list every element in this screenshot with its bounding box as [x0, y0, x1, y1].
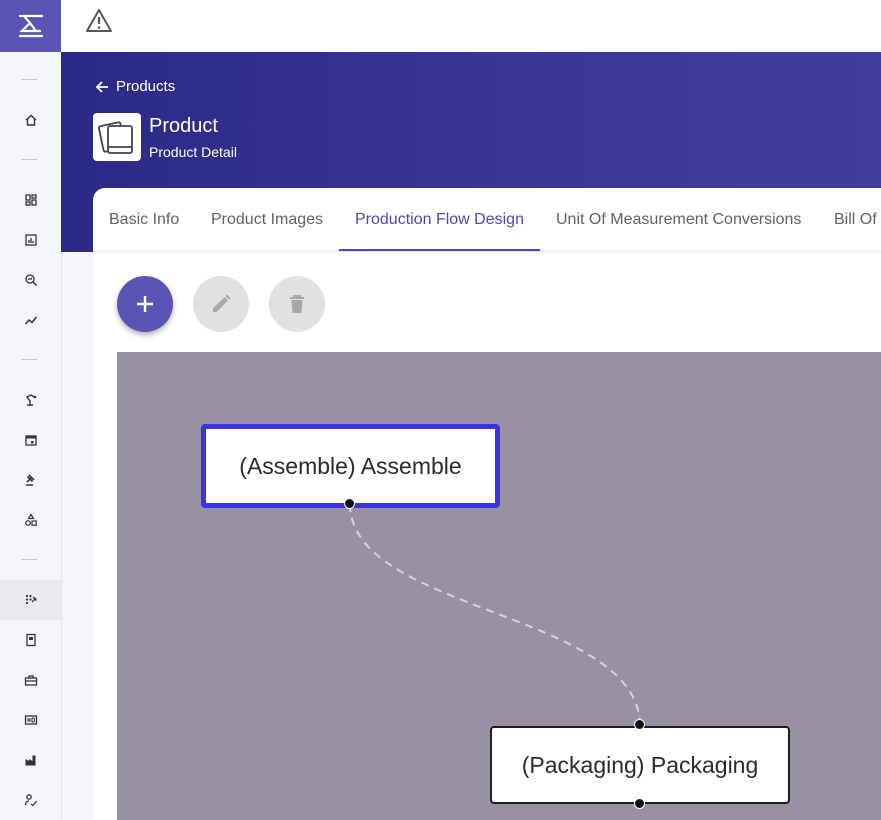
plus-icon	[137, 296, 153, 312]
output-handle[interactable]	[634, 798, 645, 809]
pencil-icon	[213, 294, 231, 312]
toolbox-icon	[24, 675, 37, 686]
sidebar-item-auction[interactable]	[0, 460, 61, 500]
tab-production-flow-design[interactable]: Production Flow Design	[339, 188, 540, 251]
signature-icon	[24, 794, 37, 807]
product-avatar	[93, 113, 141, 161]
sidebar-divider	[21, 359, 37, 360]
logo-icon	[18, 14, 43, 38]
analytics-icon	[24, 274, 37, 287]
flow-canvas[interactable]: (Assemble) Assemble (Packaging) Packagin…	[117, 352, 881, 820]
tab-product-images[interactable]: Product Images	[211, 188, 323, 251]
page-title: Product	[149, 115, 218, 137]
content-card: Basic Info Product Images Production Flo…	[93, 188, 881, 820]
page-subtitle: Product Detail	[149, 144, 237, 160]
arrow-left-icon	[95, 80, 108, 93]
flow-edge	[349, 503, 641, 727]
top-bar	[61, 0, 881, 52]
back-link[interactable]: Products	[94, 78, 175, 95]
grid-check-icon	[25, 594, 37, 605]
trash-icon	[290, 295, 304, 313]
robot-arm-icon	[25, 394, 36, 406]
dashboard-icon	[24, 194, 37, 206]
sidebar	[0, 0, 62, 820]
sidebar-divider	[21, 159, 37, 160]
sidebar-item-signature[interactable]	[0, 780, 61, 820]
trend-icon	[24, 316, 37, 325]
tab-bill-of[interactable]: Bill Of	[834, 188, 877, 251]
sidebar-item-documents[interactable]	[0, 620, 61, 660]
chart-icon	[24, 234, 37, 246]
sidebar-item-shapes[interactable]	[0, 500, 61, 540]
warning-icon[interactable]	[85, 8, 113, 34]
gavel-icon	[25, 474, 35, 486]
sidebar-divider	[21, 559, 37, 560]
product-images-icon	[98, 121, 133, 154]
document-icon	[25, 633, 36, 647]
tab-uom-conversions[interactable]: Unit Of Measurement Conversions	[556, 188, 801, 251]
back-link-label: Products	[116, 78, 176, 95]
shapes-icon	[24, 513, 37, 526]
delete-node-button[interactable]	[269, 276, 325, 332]
flow-node-label: (Assemble) Assemble	[239, 452, 462, 479]
edit-node-button[interactable]	[193, 276, 249, 332]
flow-node-packaging[interactable]: (Packaging) Packaging	[490, 726, 790, 804]
input-handle[interactable]	[634, 719, 645, 730]
sidebar-item-home[interactable]	[0, 100, 61, 140]
sidebar-item-dashboard[interactable]	[0, 180, 61, 220]
sidebar-item-trends[interactable]	[0, 300, 61, 340]
app-logo[interactable]	[0, 0, 61, 52]
sidebar-item-toolbox[interactable]	[0, 660, 61, 700]
add-node-button[interactable]	[117, 276, 173, 332]
sidebar-item-robotics[interactable]	[0, 380, 61, 420]
sidebar-item-analytics[interactable]	[0, 260, 61, 300]
sidebar-item-calendar[interactable]	[0, 420, 61, 460]
sidebar-item-factory[interactable]	[0, 740, 61, 780]
factory-icon	[25, 755, 35, 766]
calendar-icon	[24, 435, 37, 446]
hd-icon	[24, 715, 37, 725]
flow-node-assemble[interactable]: (Assemble) Assemble	[201, 424, 500, 508]
home-icon	[25, 114, 36, 126]
tab-basic-info[interactable]: Basic Info	[109, 188, 179, 251]
sidebar-divider	[21, 79, 37, 80]
tab-bar: Basic Info Product Images Production Flo…	[93, 188, 881, 252]
sidebar-item-hd[interactable]	[0, 700, 61, 740]
sidebar-item-reports[interactable]	[0, 220, 61, 260]
output-handle[interactable]	[344, 498, 355, 509]
sidebar-item-products[interactable]	[0, 580, 61, 620]
flow-node-label: (Packaging) Packaging	[521, 751, 759, 778]
